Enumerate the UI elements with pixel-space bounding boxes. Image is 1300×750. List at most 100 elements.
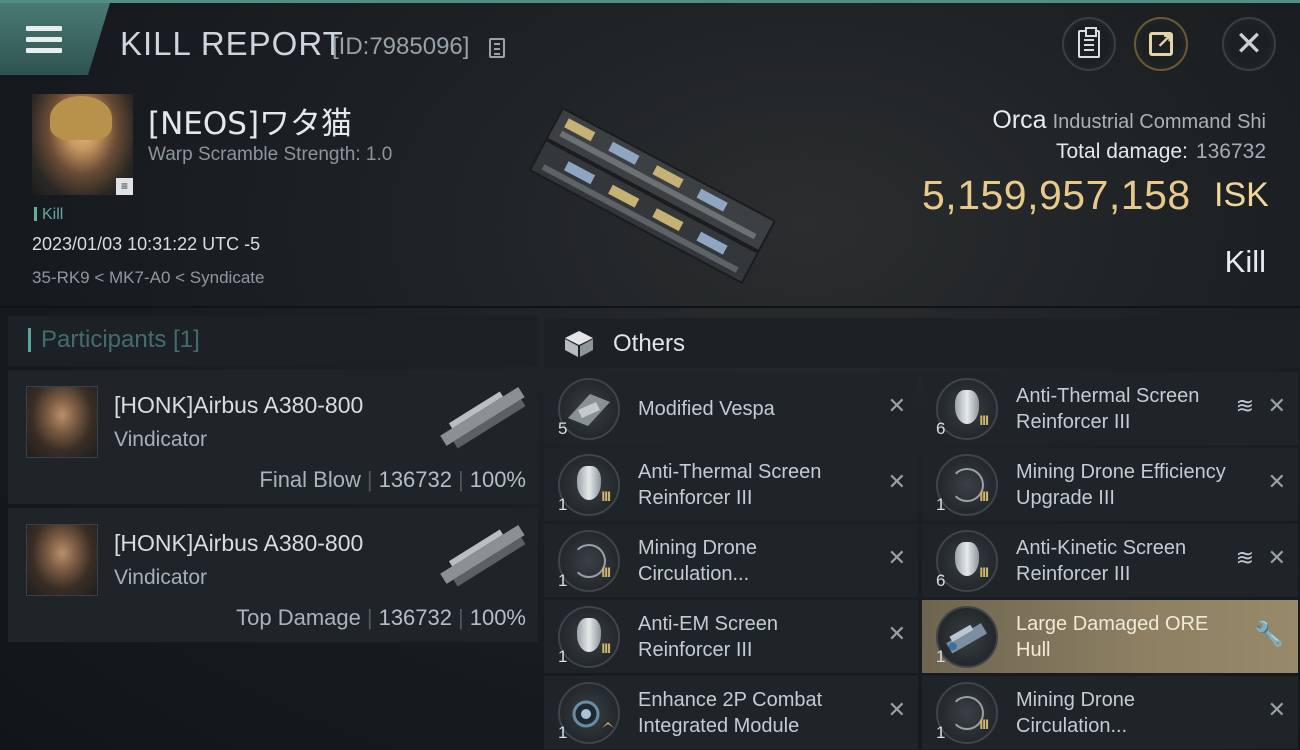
ship-name: Orca bbox=[992, 106, 1047, 134]
close-icon: ✕ bbox=[1234, 24, 1264, 64]
participants-title: Participants [1] bbox=[41, 326, 200, 353]
item-name: Modified Vespa bbox=[638, 398, 775, 420]
item-quantity: 5 bbox=[558, 419, 568, 438]
kill-location[interactable]: 35-RK9 < MK7-A0 < Syndicate bbox=[32, 268, 264, 288]
participant-percent: 100% bbox=[469, 605, 526, 630]
tech-rank: III bbox=[979, 564, 989, 580]
destroyed-x-icon: ✕ bbox=[887, 470, 906, 495]
item-row[interactable]: III 1 Mining Drone Efficiency Upgrade II… bbox=[922, 448, 1298, 521]
item-name: Large Damaged ORE Hull bbox=[1016, 613, 1209, 661]
participant-avatar[interactable] bbox=[26, 524, 98, 596]
item-quantity: 1 bbox=[558, 495, 568, 514]
kill-datetime: 2023/01/03 10:31:22 UTC -5 bbox=[32, 234, 261, 254]
portrait-hair bbox=[50, 96, 112, 140]
item-row[interactable]: III 1 Mining Drone Circulation... ✕ bbox=[544, 524, 918, 597]
item-name: Mining Drone Circulation... bbox=[638, 537, 757, 585]
destroyed-x-icon: ✕ bbox=[887, 622, 906, 647]
info-badge-icon[interactable]: ≡ bbox=[116, 178, 133, 195]
item-name: Anti-Thermal Screen Reinforcer III bbox=[1016, 385, 1200, 433]
item-row[interactable]: III 6 Anti-Thermal Screen Reinforcer III… bbox=[922, 372, 1298, 445]
item-quantity: 1 bbox=[936, 495, 946, 514]
tech-rank: III bbox=[601, 488, 611, 504]
tech-rank: III bbox=[601, 640, 611, 656]
total-damage-line: Total damage: 136732 bbox=[1056, 140, 1266, 164]
destroyed-x-icon: ✕ bbox=[887, 546, 906, 571]
item-name: Enhance 2P Combat Integrated Module bbox=[638, 689, 823, 737]
participant-row[interactable]: [HONK]Airbus A380-800 Vindicator Final B… bbox=[8, 370, 538, 504]
participant-percent: 100% bbox=[469, 467, 526, 492]
item-row[interactable]: III 1 Mining Drone Circulation... ✕ bbox=[922, 676, 1298, 749]
destroyed-x-icon: ✕ bbox=[887, 698, 906, 723]
item-name: Mining Drone Efficiency Upgrade III bbox=[1016, 461, 1226, 509]
shield-shape bbox=[577, 466, 601, 500]
destroyed-x-icon: ✕ bbox=[1267, 394, 1286, 419]
participant-role: Top Damage bbox=[236, 605, 361, 630]
shield-shape bbox=[955, 390, 979, 424]
tech-rank: III bbox=[979, 412, 989, 428]
menu-button[interactable] bbox=[0, 3, 110, 75]
total-damage-value: 136732 bbox=[1195, 140, 1266, 163]
hull-art bbox=[946, 623, 987, 654]
module-art bbox=[572, 700, 614, 728]
others-title: Others bbox=[613, 330, 686, 357]
item-quantity: 6 bbox=[936, 419, 946, 438]
page-title: KILL REPORT bbox=[120, 25, 344, 62]
separator: | bbox=[458, 467, 464, 492]
participant-row[interactable]: [HONK]Airbus A380-800 Vindicator Top Dam… bbox=[8, 508, 538, 642]
item-row[interactable]: 1 Enhance 2P Combat Integrated Module ✕ bbox=[544, 676, 918, 749]
separator: | bbox=[366, 605, 373, 630]
vespa-drone-art bbox=[568, 394, 610, 426]
orca-ship-image bbox=[528, 106, 777, 285]
hamburger-icon bbox=[26, 25, 62, 53]
item-name: Mining Drone Circulation... bbox=[1016, 689, 1135, 737]
participant-stats: Final Blow | 136732 | 100% bbox=[259, 467, 526, 493]
separator: | bbox=[458, 605, 464, 630]
item-row-highlighted[interactable]: 1 Large Damaged ORE Hull 🔧 bbox=[922, 600, 1298, 673]
participant-ship: Vindicator bbox=[114, 566, 208, 589]
stack-layers-icon[interactable]: ≋ bbox=[1236, 546, 1254, 571]
destroyed-x-icon: ✕ bbox=[1267, 698, 1286, 723]
report-id: [ID:7985096] bbox=[332, 33, 470, 60]
divider bbox=[0, 306, 1300, 308]
tech-rank: III bbox=[979, 488, 989, 504]
participants-header: Participants [1] bbox=[8, 316, 538, 366]
item-quantity: 1 bbox=[936, 723, 946, 742]
participant-name: [HONK]Airbus A380-800 bbox=[114, 530, 364, 556]
kill-report-window: KILL REPORT [ID:7985096] ✕ ≡ [NEOS]ワタ猫 W… bbox=[0, 0, 1300, 750]
item-quantity: 1 bbox=[558, 723, 568, 742]
destroyed-x-icon: ✕ bbox=[1267, 546, 1286, 571]
participant-stats: Top Damage | 136732 | 100% bbox=[236, 605, 526, 631]
kill-tag: Kill bbox=[34, 206, 63, 224]
victim-stat: Warp Scramble Strength: 1.0 bbox=[148, 144, 393, 165]
item-name: Anti-EM Screen Reinforcer III bbox=[638, 613, 779, 661]
destroyed-x-icon: ✕ bbox=[1267, 470, 1286, 495]
stack-layers-icon[interactable]: ≋ bbox=[1236, 394, 1254, 419]
share-icon bbox=[1149, 29, 1173, 56]
copy-icon[interactable] bbox=[489, 38, 505, 58]
item-quantity: 1 bbox=[936, 647, 946, 666]
clipboard-button[interactable] bbox=[1062, 17, 1116, 71]
item-row[interactable]: III 6 Anti-Kinetic Screen Reinforcer III… bbox=[922, 524, 1298, 597]
participant-ship: Vindicator bbox=[114, 428, 208, 451]
item-row[interactable]: III 1 Anti-Thermal Screen Reinforcer III… bbox=[544, 448, 918, 521]
ship-class: Industrial Command Shi bbox=[1052, 111, 1266, 133]
header-accent-bar bbox=[28, 328, 31, 352]
item-row[interactable]: III 1 Anti-EM Screen Reinforcer III ✕ bbox=[544, 600, 918, 673]
wrench-icon[interactable]: 🔧 bbox=[1254, 620, 1284, 648]
victim-name[interactable]: [NEOS]ワタ猫 bbox=[148, 98, 352, 143]
item-name: Anti-Thermal Screen Reinforcer III bbox=[638, 461, 822, 509]
shield-shape bbox=[955, 542, 979, 576]
close-button[interactable]: ✕ bbox=[1222, 17, 1276, 71]
victim-portrait[interactable]: ≡ bbox=[32, 94, 133, 195]
ship-name-line[interactable]: Orca Industrial Command Shi bbox=[992, 106, 1266, 135]
item-row[interactable]: 5 Modified Vespa ✕ bbox=[544, 372, 918, 445]
tech-rank: III bbox=[601, 564, 611, 580]
shield-shape bbox=[577, 618, 601, 652]
participant-damage: 136732 bbox=[378, 467, 452, 492]
clipboard-icon bbox=[1078, 27, 1100, 58]
item-quantity: 6 bbox=[936, 571, 946, 590]
participant-name: [HONK]Airbus A380-800 bbox=[114, 392, 364, 418]
share-button[interactable] bbox=[1134, 17, 1188, 71]
item-quantity: 1 bbox=[558, 647, 568, 666]
participant-avatar[interactable] bbox=[26, 386, 98, 458]
